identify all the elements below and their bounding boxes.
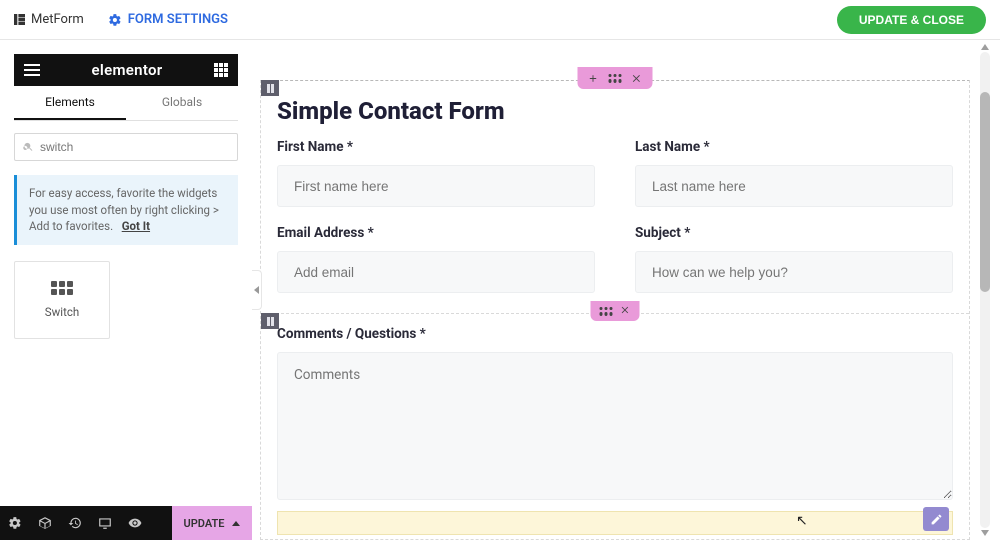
form-canvas[interactable]: Simple Contact Form First Name * Last Na… xyxy=(260,80,970,540)
app-name: MetForm xyxy=(31,12,84,27)
section-1: Simple Contact Form First Name * Last Na… xyxy=(261,81,969,319)
widgets-grid-icon[interactable] xyxy=(214,63,228,77)
label-comments: Comments / Questions * xyxy=(277,326,426,342)
scroll-down-icon[interactable] xyxy=(980,528,990,538)
footer-settings-icon[interactable] xyxy=(0,506,30,540)
form-title: Simple Contact Form xyxy=(277,97,953,125)
workspace: elementor Elements Globals For easy acce… xyxy=(0,40,1000,540)
input-subject[interactable] xyxy=(635,251,953,293)
input-last-name[interactable] xyxy=(635,165,953,207)
panel-collapse-handle[interactable] xyxy=(252,270,262,310)
elementor-panel: elementor Elements Globals For easy acce… xyxy=(0,40,252,540)
footer-history-icon[interactable] xyxy=(60,506,90,540)
section-add-button[interactable] xyxy=(588,73,599,84)
gear-icon xyxy=(108,13,122,27)
scroll-thumb[interactable] xyxy=(980,92,990,292)
app-logo-icon xyxy=(14,14,25,25)
section-delete-button[interactable] xyxy=(632,73,643,84)
panel-tabs: Elements Globals xyxy=(14,86,238,121)
favorites-tip: For easy access, favorite the widgets yo… xyxy=(14,175,238,245)
label-subject: Subject * xyxy=(635,225,690,241)
section-drag-handle[interactable] xyxy=(609,74,622,83)
column-handle-2[interactable] xyxy=(261,313,279,329)
section2-drag-handle[interactable] xyxy=(600,307,613,316)
panel-update-label: UPDATE xyxy=(184,517,225,530)
editor-canvas: Simple Contact Form First Name * Last Na… xyxy=(252,40,1000,540)
form-settings-link[interactable]: FORM SETTINGS xyxy=(108,12,228,27)
field-email: Email Address * xyxy=(277,225,595,293)
canvas-scrollbar[interactable] xyxy=(980,52,990,528)
tip-got-it[interactable]: Got It xyxy=(122,219,150,233)
chevron-up-icon xyxy=(232,521,240,526)
label-last-name: Last Name * xyxy=(635,139,710,155)
input-first-name[interactable] xyxy=(277,165,595,207)
input-email[interactable] xyxy=(277,251,595,293)
panel-update-button[interactable]: UPDATE xyxy=(172,506,252,540)
widget-search[interactable] xyxy=(14,133,238,161)
panel-body: For easy access, favorite the widgets yo… xyxy=(0,121,252,540)
update-close-button[interactable]: UPDATE & CLOSE xyxy=(837,6,986,34)
panel-header: elementor xyxy=(14,54,238,86)
widget-card-switch[interactable]: Switch xyxy=(14,261,110,339)
field-subject: Subject * xyxy=(635,225,953,293)
tab-globals[interactable]: Globals xyxy=(126,86,238,120)
field-last-name: Last Name * xyxy=(635,139,953,207)
footer-navigator-icon[interactable] xyxy=(30,506,60,540)
search-icon xyxy=(23,141,34,153)
field-first-name: First Name * xyxy=(277,139,595,207)
scroll-up-icon[interactable] xyxy=(980,42,990,52)
label-email: Email Address * xyxy=(277,225,374,241)
form-settings-label: FORM SETTINGS xyxy=(128,12,228,27)
section2-toolbar xyxy=(591,301,640,321)
selected-element-highlight xyxy=(277,511,953,535)
edit-element-button[interactable] xyxy=(923,507,949,531)
tab-elements[interactable]: Elements xyxy=(14,86,126,120)
pencil-icon xyxy=(930,513,943,526)
section-toolbar xyxy=(578,67,653,89)
section2-delete-button[interactable] xyxy=(621,304,631,319)
section-2: Comments / Questions * xyxy=(261,313,969,512)
field-comments: Comments / Questions * xyxy=(277,326,953,504)
widget-results: Switch xyxy=(14,261,238,339)
top-bar: MetForm FORM SETTINGS UPDATE & CLOSE xyxy=(0,0,1000,40)
panel-footer: UPDATE xyxy=(0,506,252,540)
textarea-comments[interactable] xyxy=(277,352,953,500)
column-handle[interactable] xyxy=(261,80,279,96)
label-first-name: First Name * xyxy=(277,139,353,155)
panel-brand: elementor xyxy=(92,61,163,79)
footer-preview-icon[interactable] xyxy=(120,506,150,540)
footer-responsive-icon[interactable] xyxy=(90,506,120,540)
mouse-cursor-icon: ↖ xyxy=(796,513,808,529)
app-logo: MetForm xyxy=(14,12,84,27)
switch-widget-icon xyxy=(51,281,73,295)
widget-label: Switch xyxy=(45,305,79,319)
hamburger-icon[interactable] xyxy=(24,64,40,76)
search-input[interactable] xyxy=(40,140,229,154)
